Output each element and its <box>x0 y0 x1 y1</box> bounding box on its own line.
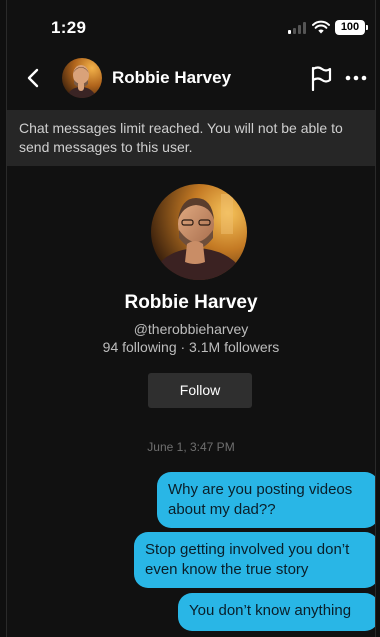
message-bubble[interactable]: Stop getting involved you don’t even kno… <box>134 532 375 588</box>
battery-icon: 100 <box>335 20 368 35</box>
back-arrow-icon[interactable] <box>21 64 45 92</box>
profile-avatar[interactable] <box>151 184 247 280</box>
follow-button[interactable]: Follow <box>148 373 252 408</box>
profile-handle: @therobbieharvey <box>133 321 249 337</box>
status-bar: 1:29 100 <box>7 0 375 52</box>
cellular-signal-icon <box>288 22 306 34</box>
header-avatar[interactable] <box>62 58 102 98</box>
profile-portrait-icon <box>151 184 247 280</box>
message-limit-banner: Chat messages limit reached. You will no… <box>7 110 375 166</box>
message-bubble[interactable]: You don’t know anything <box>178 593 375 631</box>
contact-name[interactable]: Robbie Harvey <box>112 68 231 88</box>
message-bubble[interactable]: Why are you posting videos about my dad?… <box>157 472 375 528</box>
more-options-icon[interactable] <box>344 68 368 88</box>
app-screen: 1:29 100 Robbie Harvey Chat messages lim… <box>6 0 376 637</box>
message-timestamp: June 1, 3:47 PM <box>147 440 235 454</box>
wifi-icon <box>312 20 330 34</box>
status-time: 1:29 <box>51 18 87 37</box>
flag-icon[interactable] <box>309 65 333 91</box>
avatar-portrait-icon <box>62 58 102 98</box>
profile-name: Robbie Harvey <box>124 292 258 313</box>
profile-stats: 94 following · 3.1M followers <box>102 339 280 355</box>
chat-header: Robbie Harvey <box>7 56 375 100</box>
